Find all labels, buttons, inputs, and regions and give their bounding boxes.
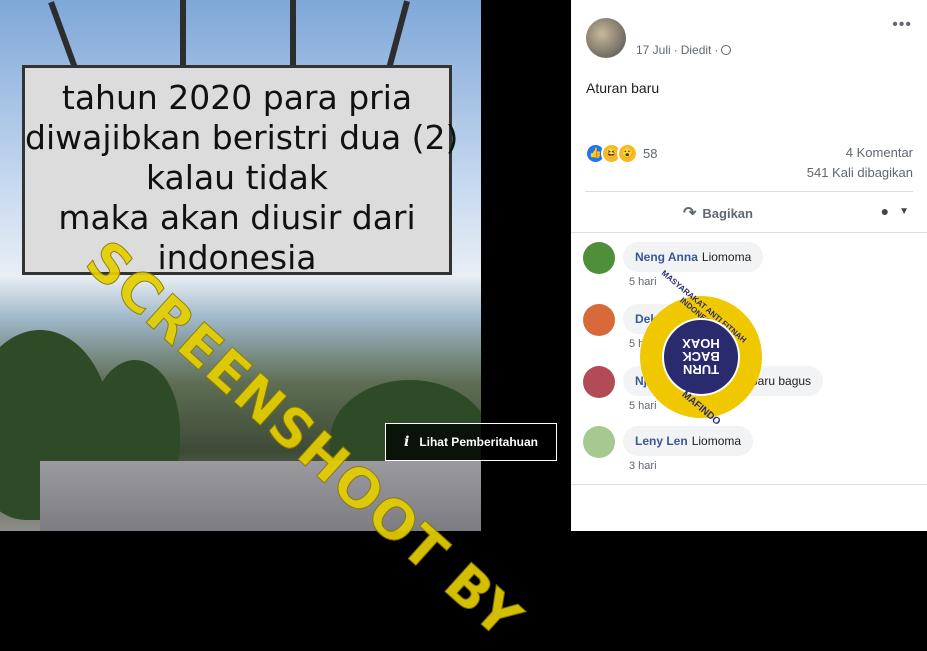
sign-line: diwajibkan beristri dua (2) [25, 118, 459, 157]
sign-pole [290, 0, 296, 70]
sign-line: kalau tidak [146, 158, 328, 197]
post-panel: 17 Juli · Diedit · ••• Aturan baru 👍 😆 😮… [571, 0, 927, 531]
divider [571, 232, 927, 233]
author-avatar[interactable] [586, 18, 626, 58]
photo-viewer: tahun 2020 para pria diwajibkan beristri… [0, 0, 571, 651]
view-notice-button[interactable]: i Lihat Pemberitahuan [385, 423, 557, 461]
divider [585, 191, 913, 192]
post-meta: 17 Juli · Diedit · [636, 43, 732, 57]
turnbackhoax-logo: MASYARAKAT ANTI FITNAH INDONESIA TURN BA… [640, 268, 762, 428]
comment-text: Liomoma [701, 250, 752, 264]
profile-icon: ● [880, 203, 890, 219]
comment-time[interactable]: 3 hari [629, 460, 657, 472]
billboard: tahun 2020 para pria diwajibkan beristri… [22, 65, 459, 277]
globe-icon [721, 45, 732, 55]
comment-as-selector[interactable]: ● ▼ [881, 203, 909, 219]
sign-line: tahun 2020 para pria [61, 78, 413, 117]
share-label: Bagikan [702, 205, 753, 221]
commenter-name[interactable]: Leny Len [635, 434, 688, 448]
commenter-avatar[interactable] [583, 366, 615, 398]
reactions-summary[interactable]: 👍 😆 😮 58 [585, 143, 657, 164]
sign-pole [48, 1, 78, 69]
divider [571, 484, 927, 485]
post-text: Aturan baru [586, 80, 660, 96]
sign-line: maka akan diusir dari [58, 198, 416, 237]
comment-item: Neng Anna Liomoma [583, 242, 764, 274]
commenter-name[interactable]: Neng Anna [635, 250, 698, 264]
commenter-avatar[interactable] [583, 426, 615, 458]
share-icon: ↷ [683, 205, 697, 222]
commenter-avatar[interactable] [583, 242, 615, 274]
comment-bubble: Neng Anna Liomoma [623, 242, 764, 272]
info-icon: i [403, 434, 410, 450]
share-button[interactable]: ↷ Bagikan [683, 203, 753, 223]
view-notice-label: Lihat Pemberitahuan [419, 435, 538, 449]
sign-pole [386, 0, 410, 70]
reaction-count: 58 [643, 146, 658, 161]
shares-count[interactable]: 541 Kali dibagikan [807, 163, 913, 183]
post-stats: 4 Komentar 541 Kali dibagikan [807, 143, 913, 183]
commenter-avatar[interactable] [583, 304, 615, 336]
sign-pole [180, 0, 186, 70]
comments-count[interactable]: 4 Komentar [807, 143, 913, 163]
post-date[interactable]: 17 Juli [636, 43, 671, 57]
wow-reaction-icon: 😮 [617, 143, 638, 164]
chevron-down-icon: ▼ [899, 205, 909, 217]
more-options-icon[interactable]: ••• [892, 16, 912, 34]
edited-label[interactable]: Diedit [681, 43, 712, 57]
